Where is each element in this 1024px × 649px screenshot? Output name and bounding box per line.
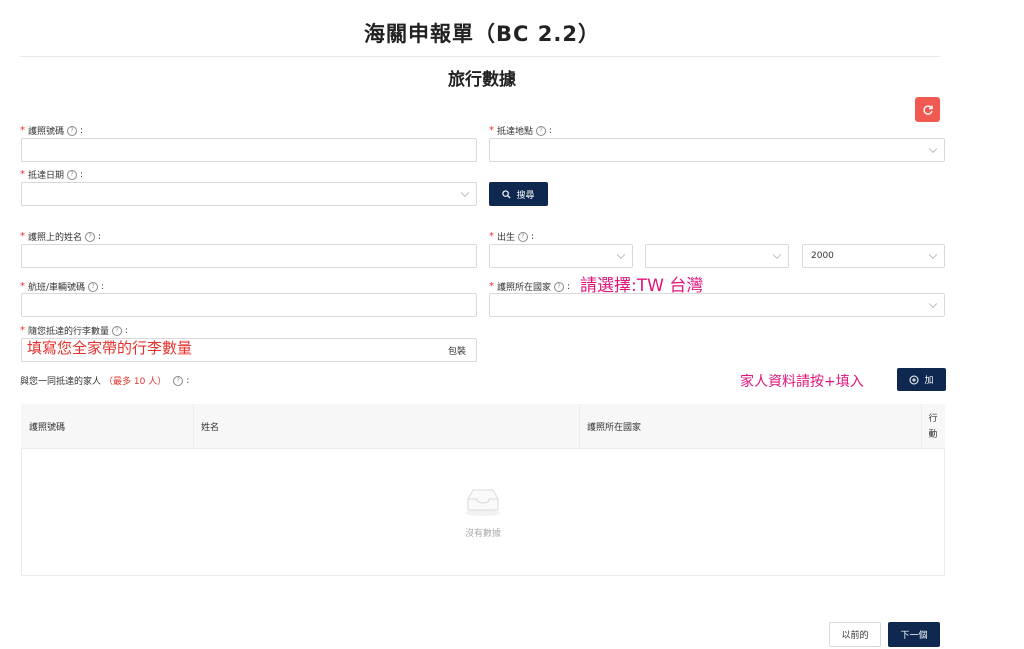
refresh-icon <box>922 104 933 115</box>
next-button[interactable]: 下一個 <box>888 622 940 647</box>
baggage-hint-annotation: 填寫您全家帶的行李數量 <box>27 339 193 357</box>
required-mark: * <box>489 231 494 242</box>
required-mark: * <box>489 281 494 292</box>
previous-button[interactable]: 以前的 <box>829 622 881 647</box>
empty-state-text: 沒有數據 <box>464 529 501 539</box>
passport-number-input[interactable] <box>21 138 477 162</box>
baggage-count-label: * 隨您抵達的行李數量 ?: <box>20 325 129 337</box>
help-icon[interactable]: ? <box>67 169 78 180</box>
column-header-passport-number: 護照號碼 <box>29 423 66 433</box>
required-mark: * <box>489 125 494 136</box>
passport-country-label: * 護照所在國家 ?: <box>489 281 571 293</box>
help-icon[interactable]: ? <box>112 325 123 336</box>
passport-name-label: * 護照上的姓名 ?: <box>20 231 102 243</box>
family-hint-annotation: 家人資料請按+填入 <box>740 374 864 390</box>
birth-day-select[interactable] <box>489 244 633 268</box>
column-header-name: 姓名 <box>201 423 220 433</box>
column-header-country: 護照所在國家 <box>587 423 642 433</box>
birth-label: * 出生 ?: <box>489 231 535 243</box>
baggage-unit: 包裝 <box>447 346 466 357</box>
add-family-button[interactable]: 加 <box>897 368 946 391</box>
arrival-date-select[interactable] <box>21 182 477 206</box>
help-icon[interactable]: ? <box>518 231 529 242</box>
flight-number-label: * 航班/車輛號碼 ?: <box>20 281 105 293</box>
help-icon[interactable]: ? <box>85 231 96 242</box>
chevron-down-icon <box>928 250 938 260</box>
search-icon <box>502 189 511 199</box>
help-icon[interactable]: ? <box>536 125 547 136</box>
required-mark: * <box>20 125 25 136</box>
birth-year-select[interactable]: 2000 <box>802 244 945 268</box>
birth-month-select[interactable] <box>645 244 789 268</box>
help-icon[interactable]: ? <box>554 281 565 292</box>
required-mark: * <box>20 169 25 180</box>
chevron-down-icon <box>772 250 782 260</box>
column-header-action: 行動 <box>928 413 938 440</box>
family-limit: （最多 10 人） <box>104 377 167 387</box>
title-divider <box>20 56 940 57</box>
required-mark: * <box>20 325 25 336</box>
chevron-down-icon <box>616 250 626 260</box>
help-icon[interactable]: ? <box>173 375 184 386</box>
plus-circle-icon <box>909 375 919 384</box>
required-mark: * <box>20 231 25 242</box>
arrival-place-select[interactable] <box>489 138 945 162</box>
family-label: 與您一同抵達的家人 （最多 10 人） ?: <box>20 375 190 387</box>
section-title: 旅行數據 <box>448 70 516 90</box>
help-icon[interactable]: ? <box>88 281 99 292</box>
passport-country-select[interactable] <box>489 293 945 317</box>
table-header: 護照號碼 姓名 護照所在國家 行動 <box>21 404 945 449</box>
help-icon[interactable]: ? <box>67 125 78 136</box>
passport-number-label: * 護照號碼 ?: <box>20 125 84 137</box>
search-button[interactable]: 搜尋 <box>489 182 548 206</box>
flight-number-input[interactable] <box>21 293 477 317</box>
chevron-down-icon <box>460 188 470 198</box>
chevron-down-icon <box>928 299 938 309</box>
arrival-date-label: * 抵達日期 ?: <box>20 169 84 181</box>
empty-inbox-icon <box>465 489 501 516</box>
page-title: 海關申報單（BC 2.2） <box>364 22 600 46</box>
reset-button[interactable] <box>915 97 940 122</box>
passport-name-input[interactable] <box>21 244 477 268</box>
chevron-down-icon <box>928 144 938 154</box>
required-mark: * <box>20 281 25 292</box>
arrival-place-label: * 抵達地點 ?: <box>489 125 553 137</box>
